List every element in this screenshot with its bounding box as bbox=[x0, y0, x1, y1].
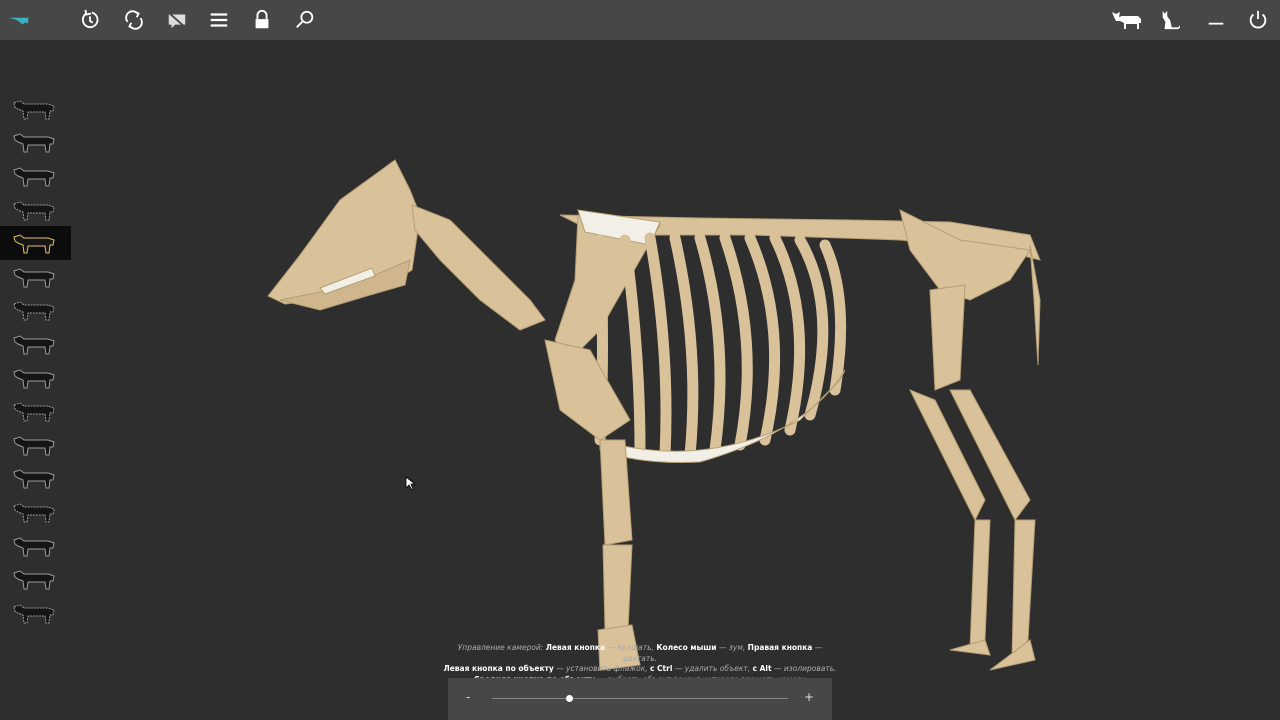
logo-icon[interactable] bbox=[4, 8, 34, 32]
cow-layer-icon bbox=[13, 503, 55, 523]
ribs bbox=[594, 232, 847, 461]
layer-thumb-9[interactable] bbox=[0, 361, 71, 395]
layer-thumb-3[interactable] bbox=[0, 159, 71, 193]
cervical-vertebrae bbox=[411, 204, 546, 331]
lock-icon[interactable] bbox=[250, 8, 274, 32]
cow-layer-icon bbox=[13, 570, 55, 590]
cow-layer-icon bbox=[13, 133, 55, 153]
zoom-out-button[interactable]: - bbox=[466, 690, 470, 704]
reset-view-icon[interactable] bbox=[78, 8, 102, 32]
cow-icon[interactable] bbox=[1110, 8, 1144, 32]
layer-thumb-2[interactable] bbox=[0, 126, 71, 160]
layer-thumb-5[interactable] bbox=[0, 226, 71, 260]
help-key: с Ctrl bbox=[650, 664, 673, 673]
search-icon[interactable] bbox=[293, 8, 317, 32]
cow-layer-icon bbox=[13, 301, 55, 321]
zoom-slider[interactable] bbox=[492, 695, 788, 702]
cow-layer-icon bbox=[13, 368, 55, 389]
cow-layer-icon bbox=[13, 402, 55, 422]
cow-layer-icon bbox=[13, 536, 55, 557]
layer-thumb-7[interactable] bbox=[0, 294, 71, 328]
layer-sidebar bbox=[0, 92, 71, 630]
layer-thumb-11[interactable] bbox=[0, 428, 71, 462]
fore-metacarpus bbox=[602, 544, 633, 631]
layer-thumb-1[interactable] bbox=[0, 92, 71, 126]
mouse-cursor-icon bbox=[405, 476, 417, 491]
layer-thumb-6[interactable] bbox=[0, 260, 71, 294]
cow-layer-icon bbox=[13, 436, 55, 456]
cat-icon[interactable] bbox=[1158, 8, 1182, 32]
layer-thumb-13[interactable] bbox=[0, 495, 71, 529]
help-key: Левая кнопка bbox=[545, 643, 606, 652]
help-text: — изолировать. bbox=[773, 664, 837, 673]
cow-layer-icon bbox=[13, 335, 55, 355]
layer-thumb-14[interactable] bbox=[0, 529, 71, 563]
layer-thumb-16[interactable] bbox=[0, 596, 71, 630]
power-icon[interactable] bbox=[1246, 8, 1270, 32]
tail bbox=[1029, 244, 1041, 366]
cow-layer-icon bbox=[13, 604, 55, 624]
femur bbox=[929, 284, 966, 391]
layer-thumb-10[interactable] bbox=[0, 394, 71, 428]
zoom-bar: - + bbox=[448, 678, 832, 720]
hind-metatarsus-1 bbox=[969, 519, 991, 651]
zoom-slider-handle[interactable] bbox=[565, 695, 573, 702]
help-text: — удалить объект, bbox=[674, 664, 751, 673]
cow-layer-icon bbox=[13, 201, 55, 221]
help-key: Колесо мыши bbox=[656, 643, 717, 652]
help-text: Управление камерой: bbox=[457, 643, 544, 652]
cow-layer-icon bbox=[13, 268, 55, 288]
layer-thumb-8[interactable] bbox=[0, 327, 71, 361]
help-text: — зум, bbox=[718, 643, 746, 652]
rotate-icon[interactable] bbox=[122, 8, 146, 32]
cow-layer-icon bbox=[13, 469, 55, 489]
layer-thumb-12[interactable] bbox=[0, 462, 71, 496]
help-key: Правая кнопка bbox=[747, 643, 813, 652]
layer-thumb-4[interactable] bbox=[0, 193, 71, 227]
cow-layer-icon bbox=[13, 167, 55, 187]
help-key: Левая кнопка по объекту bbox=[443, 664, 554, 673]
menu-icon[interactable] bbox=[207, 8, 231, 32]
help-text: — вращать, bbox=[607, 643, 654, 652]
3d-viewport[interactable] bbox=[71, 40, 1280, 720]
cow-layer-icon bbox=[13, 234, 55, 254]
hide-labels-icon[interactable] bbox=[165, 8, 189, 32]
cow-layer-icon bbox=[13, 100, 55, 120]
cow-skeleton bbox=[267, 159, 1041, 671]
toolbar bbox=[0, 0, 1280, 40]
hind-metatarsus-2 bbox=[1011, 519, 1036, 662]
help-key: с Alt bbox=[752, 664, 772, 673]
layer-thumb-15[interactable] bbox=[0, 562, 71, 596]
minimize-icon[interactable] bbox=[1204, 8, 1228, 32]
help-text: — установить флажок, bbox=[556, 664, 648, 673]
zoom-in-button[interactable]: + bbox=[804, 690, 814, 704]
humerus bbox=[544, 339, 631, 441]
